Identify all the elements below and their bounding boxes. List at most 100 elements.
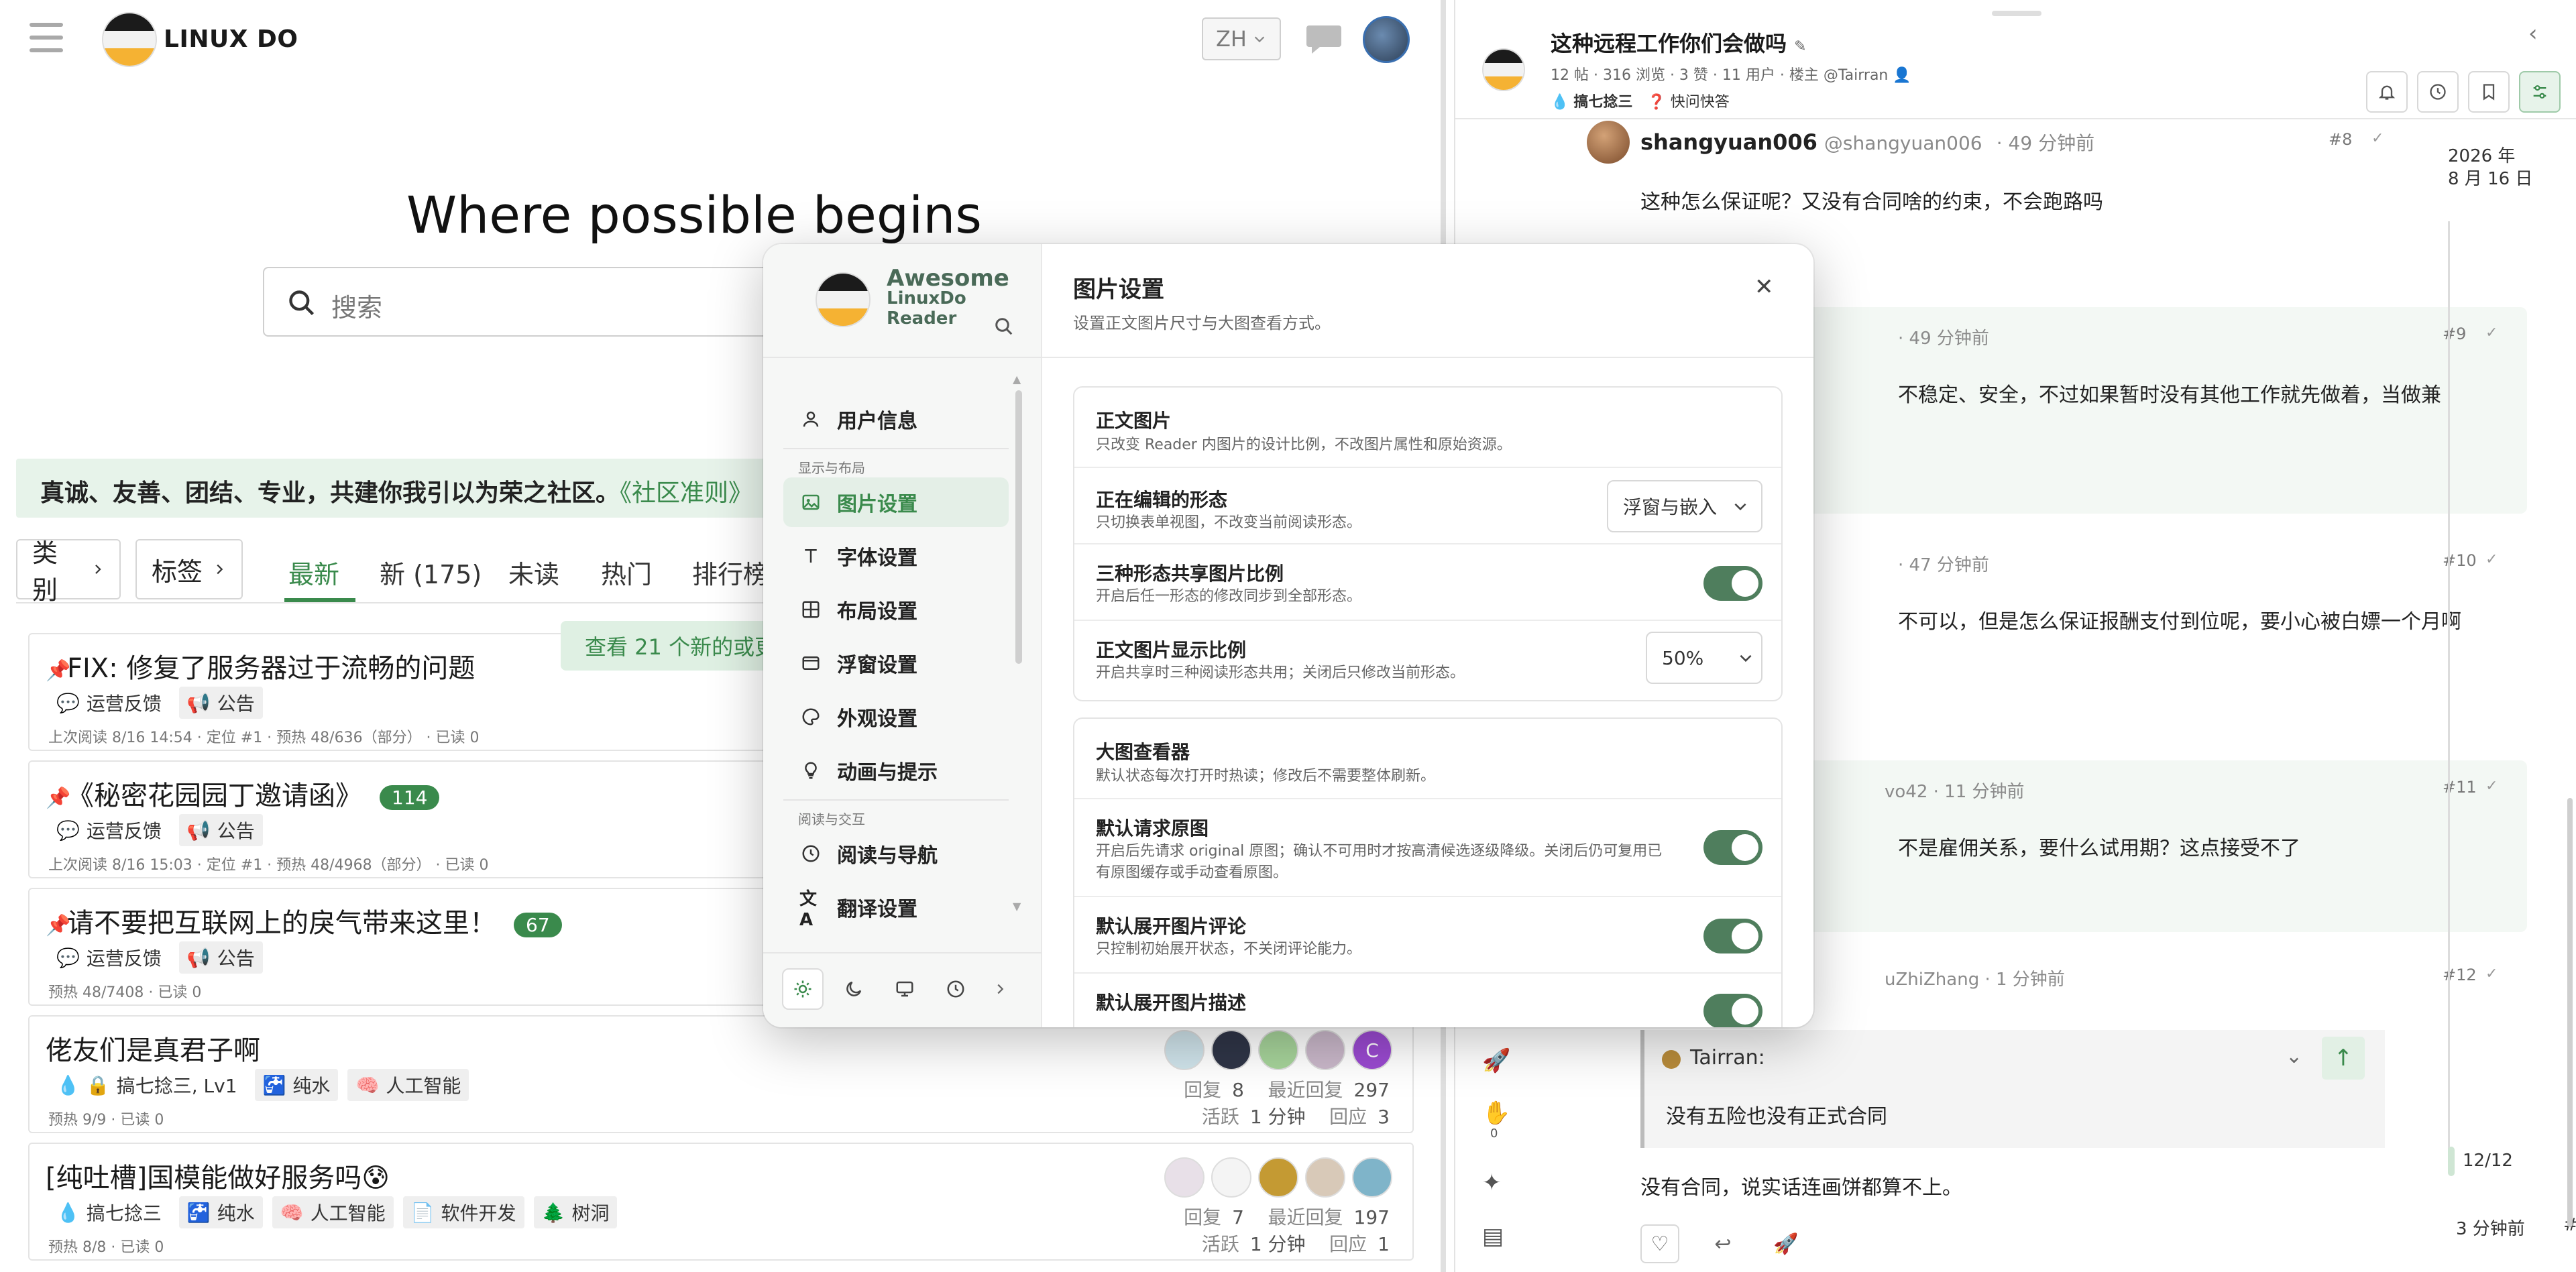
request-original-toggle[interactable] bbox=[1703, 830, 1762, 865]
sidebar-item-animation-settings[interactable]: 动画与提示 bbox=[783, 746, 1009, 795]
tag-chip[interactable]: 📢 公告 bbox=[178, 941, 263, 974]
avatar[interactable] bbox=[1211, 1157, 1251, 1198]
sidebar-item-user-info[interactable]: 用户信息 bbox=[783, 394, 1009, 444]
category-tag[interactable]: 💧 🔒 搞七捻三, Lv1 bbox=[48, 1069, 245, 1101]
tab-leaderboard[interactable]: 排行榜 bbox=[692, 554, 769, 591]
topic-row[interactable]: [纯吐槽]国模能做好服务吗😰 💧 搞七捻三 🚰 纯水 🧠 人工智能 📄 软件开发 🌲 树洞… bbox=[28, 1143, 1414, 1261]
sidebar-item-font-settings[interactable]: 字体设置 bbox=[783, 531, 1009, 581]
avatar[interactable] bbox=[1587, 121, 1630, 164]
shared-ratio-toggle[interactable] bbox=[1703, 566, 1762, 601]
topic-row[interactable]: 佬友们是真君子啊 💧 🔒 搞七捻三, Lv1 🚰 纯水 🧠 人工智能 预热 9/9 · … bbox=[28, 1015, 1414, 1133]
avatar[interactable] bbox=[1305, 1157, 1345, 1198]
chevron-down-icon[interactable]: ⌄ bbox=[2286, 1045, 2302, 1068]
rocket-icon[interactable]: 🚀 bbox=[1482, 1047, 1510, 1074]
category-tag[interactable]: 💧 搞七捻三 bbox=[48, 1196, 170, 1228]
scrollbar[interactable] bbox=[2567, 798, 2573, 1227]
sidebar-item-translation-settings[interactable]: 文A 翻译设置 bbox=[783, 882, 1009, 932]
sidebar-item-layout-settings[interactable]: 布局设置 bbox=[783, 585, 1009, 634]
scroll-thumb[interactable] bbox=[1015, 390, 1022, 664]
avatar[interactable] bbox=[1258, 1030, 1298, 1070]
notification-bell-button[interactable] bbox=[2366, 71, 2408, 113]
avatar[interactable] bbox=[1352, 1157, 1392, 1198]
scroll-up-icon[interactable]: ▲ bbox=[1013, 373, 1021, 386]
dark-mode-button[interactable] bbox=[833, 968, 875, 1010]
edit-icon[interactable]: ✎ bbox=[1794, 38, 1806, 55]
close-icon[interactable]: ✕ bbox=[1754, 274, 1774, 300]
tab-latest[interactable]: 最新 bbox=[288, 554, 339, 591]
tag-chip[interactable]: 📄 软件开发 bbox=[402, 1196, 524, 1228]
site-logo[interactable] bbox=[102, 12, 157, 67]
expand-comments-toggle[interactable] bbox=[1703, 919, 1762, 953]
tag-chip[interactable]: 🧠 人工智能 bbox=[347, 1069, 469, 1101]
tag-chip[interactable]: 🚰 纯水 bbox=[178, 1196, 263, 1228]
timeline-track[interactable] bbox=[2448, 221, 2450, 1173]
sidebar-scrollbar[interactable]: ▲ ▼ bbox=[1013, 373, 1022, 913]
unread-count-badge[interactable]: 67 bbox=[514, 912, 562, 937]
chat-icon[interactable] bbox=[1304, 21, 1344, 55]
avatar[interactable] bbox=[1305, 1030, 1345, 1070]
reply-button[interactable]: ↩ bbox=[1703, 1224, 1742, 1263]
user-avatar[interactable] bbox=[1363, 16, 1410, 63]
light-mode-button[interactable] bbox=[782, 968, 824, 1010]
avatar[interactable]: C bbox=[1352, 1030, 1392, 1070]
tag-chip[interactable]: 🌲 树洞 bbox=[533, 1196, 618, 1228]
guidelines-link[interactable]: 《社区准则》 bbox=[620, 479, 752, 507]
tag-chip[interactable]: 🚰 纯水 bbox=[254, 1069, 339, 1101]
system-mode-button[interactable] bbox=[884, 968, 926, 1010]
language-selector[interactable]: ZH bbox=[1202, 17, 1281, 60]
search-icon[interactable] bbox=[994, 316, 1014, 337]
display-ratio-select[interactable]: 50% bbox=[1646, 632, 1762, 684]
tab-hot[interactable]: 热门 bbox=[601, 554, 652, 591]
post-number[interactable]: #8 bbox=[2329, 130, 2352, 149]
scroll-down-icon[interactable]: ▼ bbox=[1013, 900, 1021, 913]
category-tag[interactable]: 💬 运营反馈 bbox=[48, 687, 170, 719]
post-handle[interactable]: @shangyuan006 bbox=[1824, 132, 1982, 154]
avatar[interactable] bbox=[1258, 1157, 1298, 1198]
quote-author[interactable]: Tairran: bbox=[1690, 1046, 1765, 1069]
tag-chip[interactable]: 📢 公告 bbox=[178, 814, 263, 846]
topic-title[interactable]: 《秘密花园园丁邀请函》 bbox=[67, 780, 362, 811]
tab-unread[interactable]: 未读 bbox=[508, 554, 559, 591]
timeline-date[interactable]: 2026 年 8 月 16 日 bbox=[2448, 145, 2532, 190]
timeline-handle[interactable] bbox=[2448, 1147, 2455, 1176]
timeline-last-time[interactable]: 3 分钟前 bbox=[2456, 1215, 2525, 1240]
categories-dropdown[interactable]: 类别 bbox=[16, 538, 121, 605]
sidebar-item-popup-settings[interactable]: 浮窗设置 bbox=[783, 638, 1009, 688]
avatar[interactable] bbox=[1164, 1157, 1205, 1198]
drag-handle[interactable] bbox=[1992, 11, 2041, 16]
tag-chip[interactable]: ❓ 快问快答 bbox=[1647, 90, 1729, 111]
post-handle[interactable]: vo42 bbox=[1885, 782, 1927, 802]
new-topics-banner[interactable]: 查看 21 个新的或更新的话题 bbox=[561, 621, 775, 671]
topic-title-header[interactable]: 这种远程工作你们会做吗 ✎ bbox=[1551, 27, 1807, 58]
topic-title[interactable]: FIX: 修复了服务器过于流畅的问题 bbox=[67, 653, 475, 684]
category-tag[interactable]: 💬 运营反馈 bbox=[48, 941, 170, 974]
tab-new[interactable]: 新 (175) bbox=[380, 554, 482, 591]
tags-dropdown[interactable]: 标签 bbox=[135, 539, 243, 599]
editing-mode-select[interactable]: 浮窗与嵌入 bbox=[1607, 480, 1762, 532]
schedule-mode-button[interactable] bbox=[935, 968, 976, 1010]
avatar[interactable] bbox=[1164, 1030, 1205, 1070]
hand-icon[interactable]: ✋ bbox=[1482, 1100, 1510, 1126]
topic-title[interactable]: 佬友们是真君子啊 bbox=[46, 1035, 260, 1066]
tag-chip[interactable]: 🧠 人工智能 bbox=[272, 1196, 394, 1228]
summary-icon[interactable]: ▤ bbox=[1482, 1223, 1509, 1250]
category-tag[interactable]: 💧 搞七捻三 bbox=[1551, 90, 1632, 111]
sidebar-item-image-settings[interactable]: 图片设置 bbox=[783, 477, 1009, 527]
more-modes-button[interactable] bbox=[979, 968, 1021, 1010]
site-name[interactable]: LINUX DO bbox=[164, 25, 298, 53]
avatar[interactable] bbox=[1211, 1030, 1251, 1070]
tag-chip[interactable]: 📢 公告 bbox=[178, 687, 263, 719]
sparkle-icon[interactable]: ✦ bbox=[1482, 1169, 1509, 1196]
topic-title[interactable]: 请不要把互联网上的戾气带来这里！ bbox=[67, 908, 496, 939]
post-author[interactable]: shangyuan006 bbox=[1640, 129, 1817, 155]
like-button[interactable]: ♡ bbox=[1640, 1224, 1679, 1263]
category-tag[interactable]: 💬 运营反馈 bbox=[48, 814, 170, 846]
hamburger-menu-icon[interactable] bbox=[30, 23, 63, 52]
jump-to-quote-button[interactable]: ↑ bbox=[2322, 1037, 2365, 1080]
unread-count-badge[interactable]: 114 bbox=[380, 785, 440, 810]
expand-description-toggle[interactable] bbox=[1703, 994, 1762, 1027]
sidebar-item-appearance-settings[interactable]: 外观设置 bbox=[783, 692, 1009, 742]
sidebar-item-reading-navigation[interactable]: 阅读与导航 bbox=[783, 829, 1009, 878]
topic-title[interactable]: [纯吐槽]国模能做好服务吗😰 bbox=[46, 1163, 390, 1194]
boost-button[interactable]: 🚀 bbox=[1767, 1224, 1805, 1263]
